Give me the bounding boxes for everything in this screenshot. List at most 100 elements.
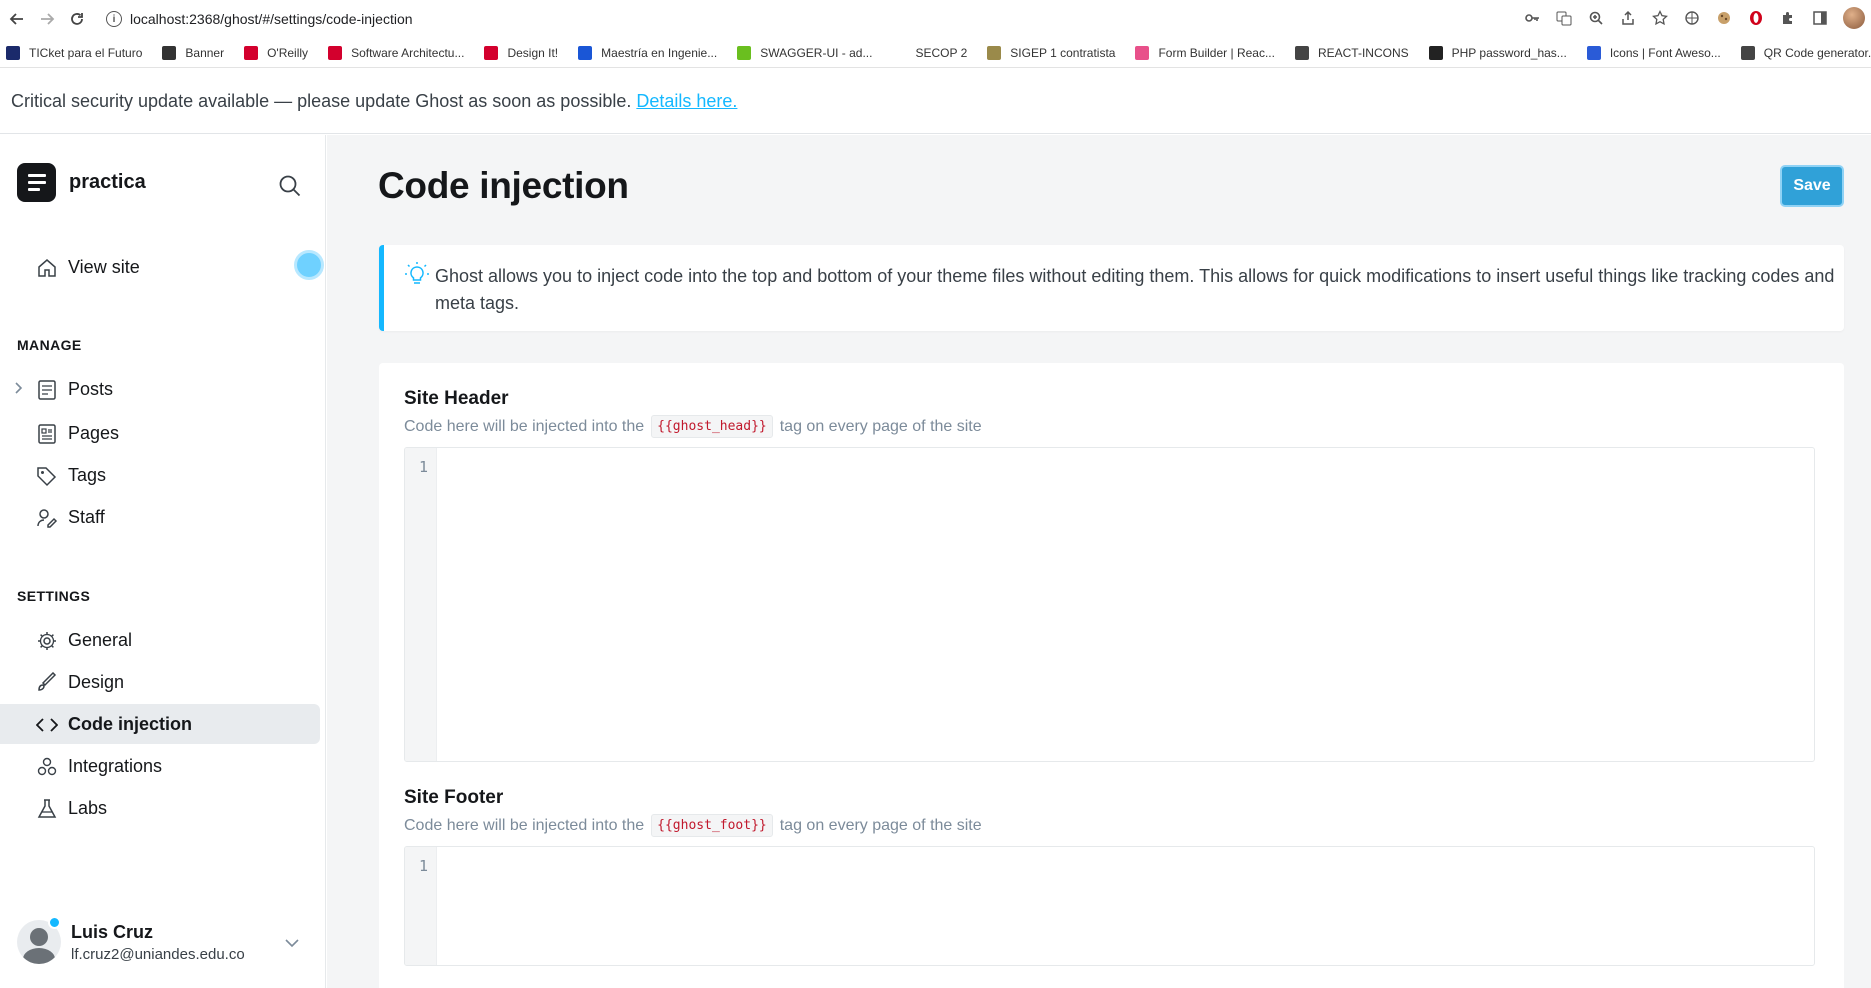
nav-label: Pages xyxy=(68,422,120,443)
banner-details-link[interactable]: Details here. xyxy=(636,91,737,112)
bookmark-item[interactable]: O'Reilly xyxy=(244,45,309,60)
search-icon[interactable] xyxy=(277,173,303,199)
main-content: Code injection Save Ghost allows you to … xyxy=(327,135,1871,988)
zoom-icon[interactable] xyxy=(1587,9,1605,27)
site-header-code-area[interactable] xyxy=(437,448,1814,761)
update-indicator[interactable] xyxy=(294,250,324,280)
side-panel-icon[interactable] xyxy=(1811,9,1829,27)
info-text: Ghost allows you to inject code into the… xyxy=(435,266,1835,313)
bookmark-label: Maestría en Ingenie... xyxy=(601,45,718,60)
nav-general[interactable]: General xyxy=(0,620,320,660)
bookmark-item[interactable]: Maestría en Ingenie... xyxy=(578,45,718,60)
bookmark-favicon-icon xyxy=(244,45,259,60)
nav-integrations[interactable]: Integrations xyxy=(0,746,320,786)
bookmarks-bar: TICket para el Futuro Banner O'Reilly So… xyxy=(0,38,1871,68)
ghost-logo-icon xyxy=(17,163,56,202)
extensions-puzzle-icon[interactable] xyxy=(1779,9,1797,27)
nav-label: Code injection xyxy=(68,713,193,734)
line-number: 1 xyxy=(418,857,428,875)
bookmark-item[interactable]: Software Architectu... xyxy=(328,45,465,60)
user-menu[interactable]: Luis Cruz lf.cruz2@uniandes.edu.co xyxy=(17,916,307,964)
bookmark-favicon-icon xyxy=(1294,45,1309,60)
ghost-foot-tag: {{ghost_foot}} xyxy=(651,814,773,837)
bookmark-item[interactable]: Icons | Font Aweso... xyxy=(1586,45,1721,60)
profile-avatar-icon[interactable] xyxy=(1843,7,1865,29)
integrations-icon xyxy=(37,757,57,776)
nav-label: Staff xyxy=(68,506,105,527)
nav-pages[interactable]: Pages xyxy=(0,413,320,453)
nav-code-injection[interactable]: Code injection xyxy=(0,704,320,744)
bookmark-item[interactable]: Form Builder | Reac... xyxy=(1135,45,1275,60)
forward-icon[interactable] xyxy=(34,6,60,32)
user-email: lf.cruz2@uniandes.edu.co xyxy=(71,945,245,963)
bookmark-label: Icons | Font Aweso... xyxy=(1609,45,1721,60)
bookmark-favicon-icon xyxy=(1586,45,1601,60)
site-footer-code-area[interactable] xyxy=(437,847,1814,965)
bookmark-item[interactable]: REACT-INCONS xyxy=(1294,45,1409,60)
description-text: tag on every page of the site xyxy=(779,816,982,834)
description-text: Code here will be injected into the xyxy=(404,417,645,435)
page-title: Code injection xyxy=(378,165,629,206)
line-number: 1 xyxy=(418,458,428,476)
bookmark-item[interactable]: SECOP 2 xyxy=(892,45,968,60)
info-notice: Ghost allows you to inject code into the… xyxy=(379,245,1844,331)
sidebar: practica View site MANAGE Posts Pages Ta… xyxy=(0,135,326,988)
brand[interactable]: practica xyxy=(17,163,146,202)
extension-cookie-icon[interactable] xyxy=(1715,9,1733,27)
bookmark-label: Software Architectu... xyxy=(351,45,465,60)
bookmark-star-icon[interactable] xyxy=(1651,9,1669,27)
bookmark-favicon-icon xyxy=(6,45,20,60)
bookmark-item[interactable]: Banner xyxy=(162,45,224,60)
bookmark-item[interactable]: Design It! xyxy=(484,45,559,60)
bookmark-favicon-icon xyxy=(987,45,1002,60)
bookmark-item[interactable]: QR Code generator... xyxy=(1740,45,1871,60)
opera-icon[interactable] xyxy=(1747,9,1765,27)
key-icon[interactable] xyxy=(1523,9,1541,27)
bookmark-label: Design It! xyxy=(507,45,559,60)
save-button[interactable]: Save xyxy=(1780,165,1844,207)
nav-staff[interactable]: Staff xyxy=(0,497,320,537)
bookmark-favicon-icon xyxy=(578,45,593,60)
site-footer-editor[interactable]: 1 xyxy=(404,846,1815,966)
bookmark-label: REACT-INCONS xyxy=(1317,45,1409,60)
chevron-right-icon[interactable] xyxy=(14,381,24,398)
chevron-down-icon[interactable] xyxy=(283,934,301,952)
bookmark-item[interactable]: SWAGGER-UI - ad... xyxy=(737,45,872,60)
lightbulb-icon xyxy=(405,262,429,284)
description-text: Code here will be injected into the xyxy=(404,816,645,834)
bookmark-label: SECOP 2 xyxy=(915,45,968,60)
bookmark-item[interactable]: SIGEP 1 contratista xyxy=(987,45,1115,60)
staff-icon xyxy=(37,509,58,528)
address-bar[interactable]: i localhost:2368/ghost/#/settings/code-i… xyxy=(106,5,1516,33)
nav-label: Tags xyxy=(68,464,107,485)
bookmark-favicon-icon xyxy=(1740,45,1755,60)
site-header-editor[interactable]: 1 xyxy=(404,447,1815,762)
bookmark-favicon-icon xyxy=(484,45,499,60)
bookmark-favicon-icon xyxy=(1135,45,1150,60)
bookmark-label: O'Reilly xyxy=(267,45,309,60)
share-icon[interactable] xyxy=(1619,9,1637,27)
site-info-icon[interactable]: i xyxy=(106,11,122,27)
line-gutter: 1 xyxy=(405,847,437,965)
nav-view-site[interactable]: View site xyxy=(0,247,320,287)
extension-web-icon[interactable] xyxy=(1683,9,1701,27)
gear-icon xyxy=(38,632,56,650)
bookmark-item[interactable]: TICket para el Futuro xyxy=(6,45,142,60)
settings-section-label: SETTINGS xyxy=(17,588,91,604)
site-name: practica xyxy=(69,171,146,193)
nav-label: Posts xyxy=(68,378,114,399)
reload-icon[interactable] xyxy=(64,6,90,32)
nav-posts[interactable]: Posts xyxy=(0,369,320,409)
nav-labs[interactable]: Labs xyxy=(0,788,320,828)
nav-label: General xyxy=(68,629,133,650)
nav-label: Design xyxy=(68,671,125,692)
back-icon[interactable] xyxy=(4,6,30,32)
bookmark-item[interactable]: PHP password_has... xyxy=(1428,45,1567,60)
translate-icon[interactable] xyxy=(1555,9,1573,27)
security-banner: Critical security update available — ple… xyxy=(0,69,1871,134)
description-text: tag on every page of the site xyxy=(779,417,982,435)
site-footer-description: Code here will be injected into the {{gh… xyxy=(404,814,982,837)
nav-tags[interactable]: Tags xyxy=(0,455,320,495)
bookmark-favicon-icon xyxy=(892,45,907,60)
nav-design[interactable]: Design xyxy=(0,662,320,702)
